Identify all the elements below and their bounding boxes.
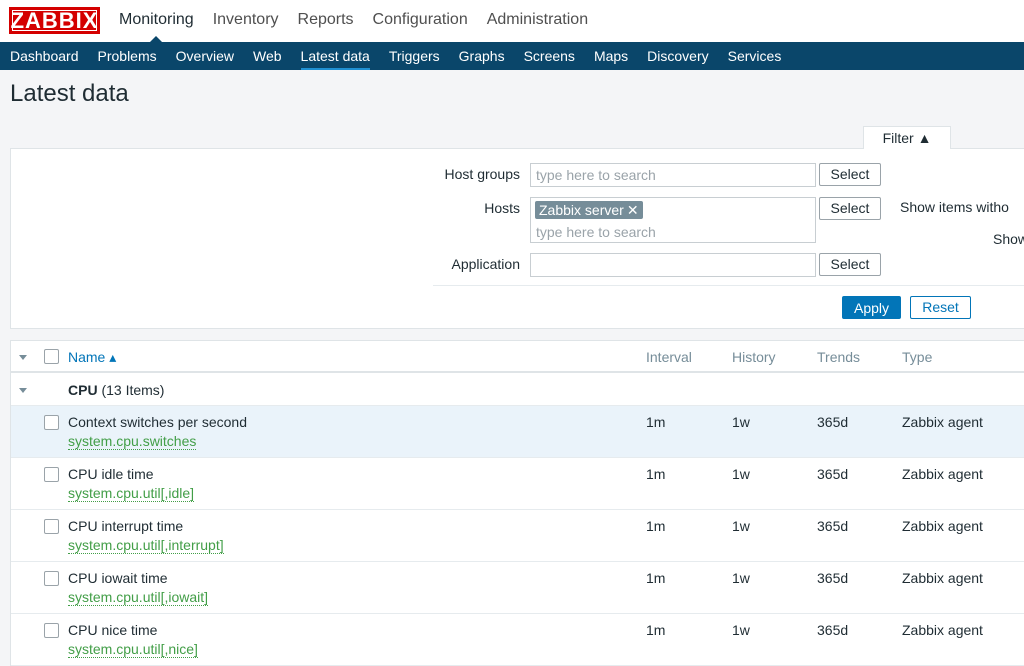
item-trends: 365d: [817, 570, 849, 586]
item-name: CPU interrupt time: [68, 518, 184, 534]
hosts-label: Hosts: [484, 200, 520, 216]
table-row[interactable]: CPU nice time system.cpu.util[,nice] 1m …: [11, 614, 1024, 666]
table-row[interactable]: CPU interrupt time system.cpu.util[,inte…: [11, 510, 1024, 562]
item-history: 1w: [732, 518, 750, 534]
item-name: CPU idle time: [68, 466, 154, 482]
sub-menu-triggers[interactable]: Triggers: [389, 42, 440, 70]
item-type: Zabbix agent: [902, 570, 983, 586]
item-type: Zabbix agent: [902, 518, 983, 534]
table-row[interactable]: CPU idle time system.cpu.util[,idle] 1m …: [11, 458, 1024, 510]
top-header: ZABBIX Monitoring Inventory Reports Conf…: [0, 0, 1024, 42]
item-key[interactable]: system.cpu.util[,iowait]: [68, 590, 209, 606]
column-trends-header: Trends: [817, 349, 861, 365]
application-group-row[interactable]: CPU (13 Items): [11, 375, 1024, 406]
item-type: Zabbix agent: [902, 414, 983, 430]
sub-menu-services[interactable]: Services: [728, 42, 782, 70]
application-label: Application: [451, 256, 521, 272]
top-menu-inventory[interactable]: Inventory: [213, 0, 279, 42]
top-menu-administration[interactable]: Administration: [487, 0, 588, 42]
group-count: (13 Items): [101, 382, 165, 398]
show-items-label: Show items witho: [900, 199, 1009, 215]
filter-divider: [433, 285, 1024, 286]
filter-tab[interactable]: Filter ▲: [863, 126, 951, 149]
group-label: CPU (13 Items): [68, 382, 164, 398]
sub-menu-web[interactable]: Web: [253, 42, 282, 70]
item-interval: 1m: [646, 570, 666, 586]
host-tag-label: Zabbix server: [539, 202, 624, 218]
page-title: Latest data: [10, 80, 129, 107]
row-checkbox[interactable]: [44, 623, 59, 638]
item-interval: 1m: [646, 466, 666, 482]
zabbix-logo[interactable]: ZABBIX: [9, 7, 100, 34]
item-interval: 1m: [646, 518, 666, 534]
row-checkbox[interactable]: [44, 415, 59, 430]
top-menu-reports[interactable]: Reports: [298, 0, 354, 42]
hosts-input[interactable]: Zabbix server ✕ type here to search: [530, 197, 816, 243]
sub-menu-latest-data[interactable]: Latest data: [300, 42, 371, 70]
collapse-group-icon[interactable]: [19, 388, 27, 393]
table-row[interactable]: Context switches per second system.cpu.s…: [11, 406, 1024, 458]
row-checkbox[interactable]: [44, 571, 59, 586]
top-menu-configuration[interactable]: Configuration: [373, 0, 468, 42]
sub-menu-overview[interactable]: Overview: [176, 42, 234, 70]
sub-menu-maps[interactable]: Maps: [594, 42, 628, 70]
item-trends: 365d: [817, 622, 849, 638]
item-trends: 365d: [817, 414, 849, 430]
row-checkbox[interactable]: [44, 467, 59, 482]
hosts-placeholder: type here to search: [536, 224, 656, 240]
collapse-all-icon[interactable]: [19, 355, 27, 360]
sub-menu-graphs[interactable]: Graphs: [459, 42, 505, 70]
host-groups-select-button[interactable]: Select: [819, 163, 881, 186]
item-key[interactable]: system.cpu.util[,idle]: [68, 486, 195, 502]
item-trends: 365d: [817, 466, 849, 482]
item-key[interactable]: system.cpu.switches: [68, 434, 197, 450]
sub-menu-dashboard[interactable]: Dashboard: [10, 42, 79, 70]
item-interval: 1m: [646, 414, 666, 430]
show-label: Show: [993, 231, 1024, 247]
item-key[interactable]: system.cpu.util[,interrupt]: [68, 538, 224, 554]
item-history: 1w: [732, 466, 750, 482]
top-menu-monitoring[interactable]: Monitoring: [119, 0, 194, 42]
item-type: Zabbix agent: [902, 622, 983, 638]
host-groups-label: Host groups: [444, 166, 520, 182]
column-name-header[interactable]: Name ▴: [68, 349, 116, 366]
select-all-checkbox[interactable]: [44, 349, 59, 364]
sub-menu-problems[interactable]: Problems: [98, 42, 157, 70]
host-groups-input[interactable]: type here to search: [530, 163, 816, 187]
table-header: Name ▴ Interval History Trends Type: [11, 341, 1024, 373]
application-input[interactable]: [530, 253, 816, 277]
top-menu: Monitoring Inventory Reports Configurati…: [119, 0, 607, 42]
item-key[interactable]: system.cpu.util[,nice]: [68, 642, 198, 658]
item-trends: 365d: [817, 518, 849, 534]
table-row[interactable]: CPU iowait time system.cpu.util[,iowait]…: [11, 562, 1024, 614]
column-history-header: History: [732, 349, 776, 365]
item-history: 1w: [732, 570, 750, 586]
column-interval-header: Interval: [646, 349, 692, 365]
column-type-header: Type: [902, 349, 933, 365]
item-name: CPU nice time: [68, 622, 158, 638]
sub-menu-screens[interactable]: Screens: [524, 42, 575, 70]
item-name: Context switches per second: [68, 414, 247, 430]
item-history: 1w: [732, 414, 750, 430]
item-type: Zabbix agent: [902, 466, 983, 482]
remove-tag-icon[interactable]: ✕: [627, 202, 639, 218]
reset-button[interactable]: Reset: [910, 296, 971, 319]
group-name: CPU: [68, 382, 98, 398]
row-checkbox[interactable]: [44, 519, 59, 534]
item-name: CPU iowait time: [68, 570, 168, 586]
sub-menu: Dashboard Problems Overview Web Latest d…: [0, 42, 1024, 70]
host-tag: Zabbix server ✕: [535, 201, 643, 219]
application-select-button[interactable]: Select: [819, 253, 881, 276]
hosts-select-button[interactable]: Select: [819, 197, 881, 220]
apply-button[interactable]: Apply: [842, 296, 901, 319]
latest-data-table: Name ▴ Interval History Trends Type CPU …: [10, 340, 1024, 666]
item-interval: 1m: [646, 622, 666, 638]
sub-menu-discovery[interactable]: Discovery: [647, 42, 708, 70]
item-history: 1w: [732, 622, 750, 638]
